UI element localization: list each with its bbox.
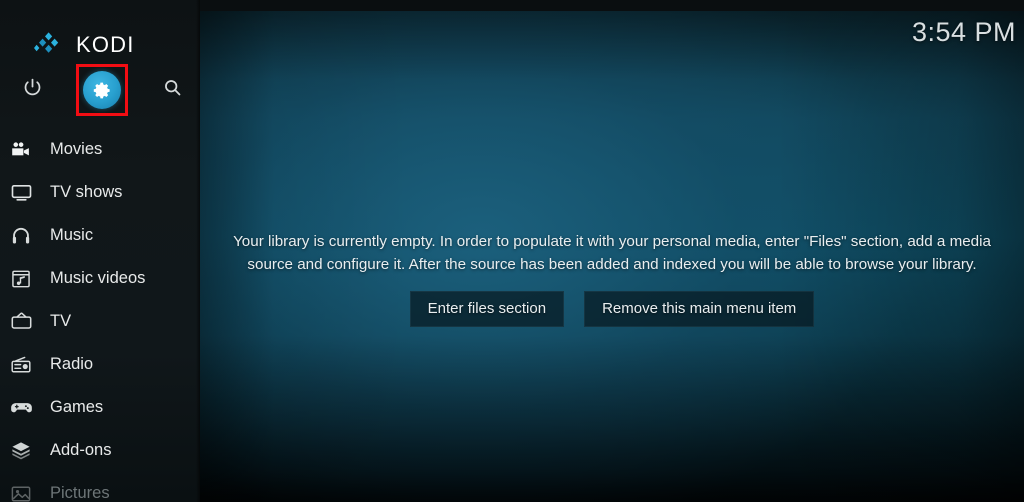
sidebar-top-actions — [0, 64, 200, 118]
pictures-icon — [6, 483, 36, 502]
sidebar-item-label: Add-ons — [50, 441, 112, 459]
sidebar-item-label: Radio — [50, 355, 94, 373]
addon-box-icon — [6, 440, 36, 462]
movie-camera-icon — [6, 139, 36, 161]
sidebar-item-tv[interactable]: TV — [0, 300, 200, 343]
app-logo: KODI — [0, 26, 200, 64]
sidebar-item-label: Movies — [50, 140, 103, 158]
sidebar-item-radio[interactable]: Radio — [0, 343, 200, 386]
empty-library-actions: Enter files section Remove this main men… — [200, 291, 1024, 327]
sidebar-item-pictures[interactable]: Pictures — [0, 472, 200, 502]
sidebar-item-label: Music — [50, 226, 94, 244]
sidebar-item-music-videos[interactable]: Music videos — [0, 257, 200, 300]
empty-library-panel: Your library is currently empty. In orde… — [200, 230, 1024, 327]
gear-icon — [83, 71, 121, 109]
kodi-logo-icon — [34, 32, 64, 58]
settings-button[interactable] — [76, 64, 128, 116]
search-button[interactable] — [146, 64, 198, 116]
sidebar-item-label: TV — [50, 312, 72, 330]
sidebar: KODI Movies TV shows Music Music videos … — [0, 0, 200, 502]
sidebar-item-music[interactable]: Music — [0, 214, 200, 257]
music-video-icon — [6, 268, 36, 290]
sidebar-item-label: Music videos — [50, 269, 146, 287]
sidebar-item-games[interactable]: Games — [0, 386, 200, 429]
kodi-home-screen: 3:54 PM KODI Movies TV shows Music Music… — [0, 0, 1024, 502]
sidebar-item-movies[interactable]: Movies — [0, 128, 200, 171]
remove-main-menu-item-button[interactable]: Remove this main menu item — [584, 291, 815, 327]
sidebar-item-label: Games — [50, 398, 104, 416]
sidebar-item-label: TV shows — [50, 183, 123, 201]
radio-icon — [6, 354, 36, 376]
headphones-icon — [6, 225, 36, 247]
main-menu: Movies TV shows Music Music videos TV Ra… — [0, 128, 200, 502]
sidebar-item-label: Pictures — [50, 484, 110, 502]
sidebar-item-add-ons[interactable]: Add-ons — [0, 429, 200, 472]
search-icon — [162, 77, 183, 103]
television-icon — [6, 181, 36, 204]
power-icon — [22, 77, 43, 103]
clock: 3:54 PM — [911, 17, 1016, 47]
enter-files-section-button[interactable]: Enter files section — [409, 291, 565, 327]
app-title: KODI — [76, 32, 135, 57]
tv-tuner-icon — [6, 310, 36, 333]
sidebar-item-tv-shows[interactable]: TV shows — [0, 171, 200, 214]
empty-library-message: Your library is currently empty. In orde… — [233, 233, 991, 273]
background-top-band — [200, 0, 1024, 11]
power-button[interactable] — [6, 64, 58, 116]
gamepad-icon — [6, 396, 36, 419]
